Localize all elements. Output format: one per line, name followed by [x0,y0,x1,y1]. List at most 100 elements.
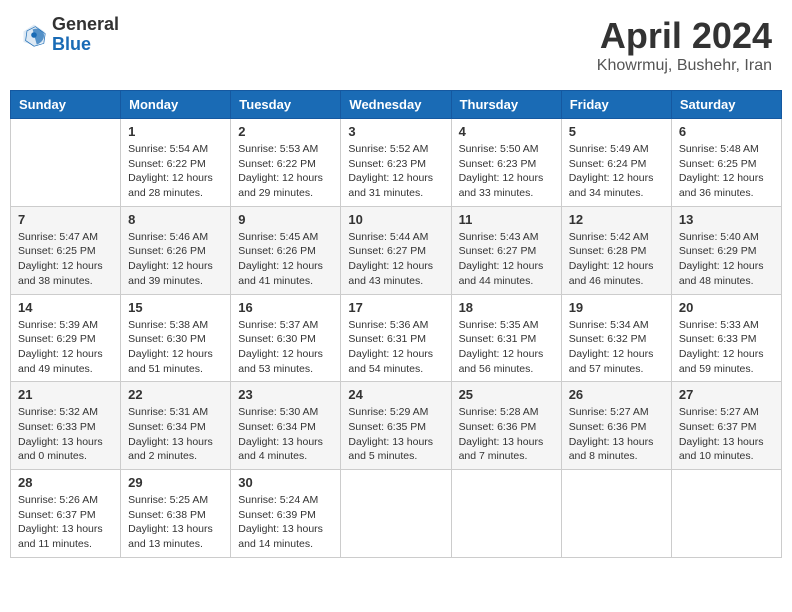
calendar-cell: 25 Sunrise: 5:28 AMSunset: 6:36 PMDayligh… [451,382,561,470]
calendar-cell: 20 Sunrise: 5:33 AMSunset: 6:33 PMDayligh… [671,294,781,382]
cell-content: Sunrise: 5:46 AMSunset: 6:26 PMDaylight:… [128,230,223,289]
cell-content: Sunrise: 5:29 AMSunset: 6:35 PMDaylight:… [348,405,443,464]
calendar-cell: 23 Sunrise: 5:30 AMSunset: 6:34 PMDayligh… [231,382,341,470]
cell-content: Sunrise: 5:48 AMSunset: 6:25 PMDaylight:… [679,142,774,201]
day-number: 12 [569,212,664,227]
calendar-cell: 28 Sunrise: 5:26 AMSunset: 6:37 PMDayligh… [11,470,121,558]
cell-content: Sunrise: 5:28 AMSunset: 6:36 PMDaylight:… [459,405,554,464]
day-number: 10 [348,212,443,227]
calendar-week-row: 14 Sunrise: 5:39 AMSunset: 6:29 PMDayligh… [11,294,782,382]
day-number: 24 [348,387,443,402]
day-number: 25 [459,387,554,402]
day-header-wednesday: Wednesday [341,91,451,119]
day-number: 15 [128,300,223,315]
cell-content: Sunrise: 5:47 AMSunset: 6:25 PMDaylight:… [18,230,113,289]
calendar-cell: 3 Sunrise: 5:52 AMSunset: 6:23 PMDaylight… [341,119,451,207]
day-number: 27 [679,387,774,402]
day-number: 23 [238,387,333,402]
calendar-cell: 18 Sunrise: 5:35 AMSunset: 6:31 PMDayligh… [451,294,561,382]
day-number: 5 [569,124,664,139]
day-number: 7 [18,212,113,227]
day-number: 6 [679,124,774,139]
cell-content: Sunrise: 5:45 AMSunset: 6:26 PMDaylight:… [238,230,333,289]
day-number: 18 [459,300,554,315]
day-number: 13 [679,212,774,227]
day-number: 20 [679,300,774,315]
cell-content: Sunrise: 5:50 AMSunset: 6:23 PMDaylight:… [459,142,554,201]
calendar-cell: 2 Sunrise: 5:53 AMSunset: 6:22 PMDaylight… [231,119,341,207]
cell-content: Sunrise: 5:26 AMSunset: 6:37 PMDaylight:… [18,493,113,552]
calendar-cell: 19 Sunrise: 5:34 AMSunset: 6:32 PMDayligh… [561,294,671,382]
cell-content: Sunrise: 5:39 AMSunset: 6:29 PMDaylight:… [18,318,113,377]
day-number: 29 [128,475,223,490]
logo: General Blue [20,15,119,55]
day-number: 9 [238,212,333,227]
calendar-cell: 24 Sunrise: 5:29 AMSunset: 6:35 PMDayligh… [341,382,451,470]
cell-content: Sunrise: 5:30 AMSunset: 6:34 PMDaylight:… [238,405,333,464]
calendar-cell: 14 Sunrise: 5:39 AMSunset: 6:29 PMDayligh… [11,294,121,382]
title-area: April 2024 Khowrmuj, Bushehr, Iran [597,15,772,75]
day-header-monday: Monday [121,91,231,119]
cell-content: Sunrise: 5:52 AMSunset: 6:23 PMDaylight:… [348,142,443,201]
calendar-cell: 11 Sunrise: 5:43 AMSunset: 6:27 PMDayligh… [451,206,561,294]
calendar-cell [451,470,561,558]
calendar-cell: 13 Sunrise: 5:40 AMSunset: 6:29 PMDayligh… [671,206,781,294]
calendar-week-row: 1Sunrise: 5:54 AMSunset: 6:22 PMDaylight… [11,119,782,207]
cell-content: Sunrise: 5:44 AMSunset: 6:27 PMDaylight:… [348,230,443,289]
day-number: 11 [459,212,554,227]
location-text: Khowrmuj, Bushehr, Iran [597,57,772,75]
day-number: 30 [238,475,333,490]
calendar-cell: 22Sunrise: 5:31 AMSunset: 6:34 PMDayligh… [121,382,231,470]
logo-icon [20,21,48,49]
page-header: General Blue April 2024 Khowrmuj, Busheh… [10,10,782,80]
calendar-cell: 6 Sunrise: 5:48 AMSunset: 6:25 PMDaylight… [671,119,781,207]
cell-content: Sunrise: 5:43 AMSunset: 6:27 PMDaylight:… [459,230,554,289]
calendar-week-row: 7 Sunrise: 5:47 AMSunset: 6:25 PMDaylight… [11,206,782,294]
cell-content: Sunrise: 5:31 AMSunset: 6:34 PMDaylight:… [128,405,223,464]
calendar-header-row: SundayMondayTuesdayWednesdayThursdayFrid… [11,91,782,119]
day-header-sunday: Sunday [11,91,121,119]
calendar-cell: 5 Sunrise: 5:49 AMSunset: 6:24 PMDaylight… [561,119,671,207]
calendar-week-row: 21 Sunrise: 5:32 AMSunset: 6:33 PMDayligh… [11,382,782,470]
logo-blue-text: Blue [52,35,119,55]
day-number: 1 [128,124,223,139]
day-number: 17 [348,300,443,315]
cell-content: Sunrise: 5:34 AMSunset: 6:32 PMDaylight:… [569,318,664,377]
calendar-cell [561,470,671,558]
cell-content: Sunrise: 5:32 AMSunset: 6:33 PMDaylight:… [18,405,113,464]
cell-content: Sunrise: 5:38 AMSunset: 6:30 PMDaylight:… [128,318,223,377]
day-number: 8 [128,212,223,227]
calendar-cell: 8 Sunrise: 5:46 AMSunset: 6:26 PMDaylight… [121,206,231,294]
calendar-cell: 7 Sunrise: 5:47 AMSunset: 6:25 PMDaylight… [11,206,121,294]
calendar-cell [11,119,121,207]
logo-general-text: General [52,15,119,35]
cell-content: Sunrise: 5:35 AMSunset: 6:31 PMDaylight:… [459,318,554,377]
cell-content: Sunrise: 5:40 AMSunset: 6:29 PMDaylight:… [679,230,774,289]
calendar-cell: 15 Sunrise: 5:38 AMSunset: 6:30 PMDayligh… [121,294,231,382]
calendar-week-row: 28 Sunrise: 5:26 AMSunset: 6:37 PMDayligh… [11,470,782,558]
cell-content: Sunrise: 5:49 AMSunset: 6:24 PMDaylight:… [569,142,664,201]
day-number: 3 [348,124,443,139]
calendar-cell: 29 Sunrise: 5:25 AMSunset: 6:38 PMDayligh… [121,470,231,558]
cell-content: Sunrise: 5:27 AMSunset: 6:37 PMDaylight:… [679,405,774,464]
cell-content: Sunrise: 5:53 AMSunset: 6:22 PMDaylight:… [238,142,333,201]
day-number: 28 [18,475,113,490]
day-header-thursday: Thursday [451,91,561,119]
day-number: 14 [18,300,113,315]
day-number: 21 [18,387,113,402]
day-number: 19 [569,300,664,315]
calendar-cell: 26Sunrise: 5:27 AMSunset: 6:36 PMDayligh… [561,382,671,470]
cell-content: Sunrise: 5:27 AMSunset: 6:36 PMDaylight:… [569,405,664,464]
logo-text: General Blue [52,15,119,55]
cell-content: Sunrise: 5:33 AMSunset: 6:33 PMDaylight:… [679,318,774,377]
cell-content: Sunrise: 5:25 AMSunset: 6:38 PMDaylight:… [128,493,223,552]
calendar-cell: 12Sunrise: 5:42 AMSunset: 6:28 PMDayligh… [561,206,671,294]
cell-content: Sunrise: 5:36 AMSunset: 6:31 PMDaylight:… [348,318,443,377]
day-number: 16 [238,300,333,315]
calendar-table: SundayMondayTuesdayWednesdayThursdayFrid… [10,90,782,558]
day-number: 2 [238,124,333,139]
calendar-cell [671,470,781,558]
cell-content: Sunrise: 5:37 AMSunset: 6:30 PMDaylight:… [238,318,333,377]
day-number: 4 [459,124,554,139]
calendar-cell: 21 Sunrise: 5:32 AMSunset: 6:33 PMDayligh… [11,382,121,470]
